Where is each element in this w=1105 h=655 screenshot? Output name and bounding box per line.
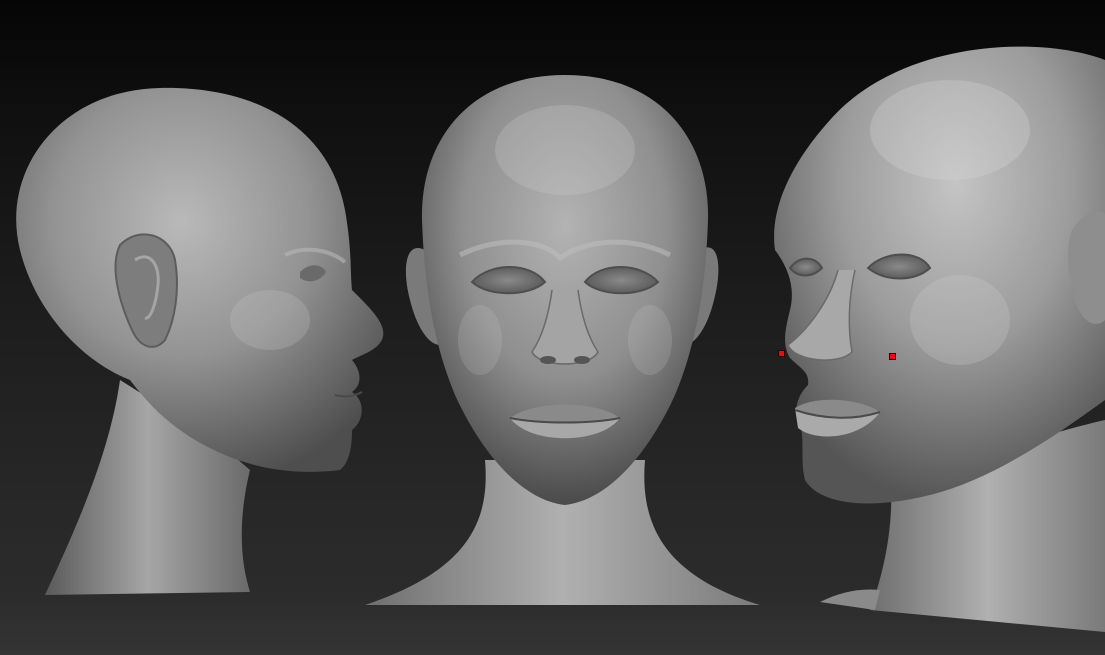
- front-nostril-left: [540, 356, 556, 364]
- profile-cheek-highlight: [230, 290, 310, 350]
- scene-canvas[interactable]: [0, 0, 1105, 655]
- three-quarter-cheek-highlight: [910, 275, 1010, 365]
- front-forehead-highlight: [495, 105, 635, 195]
- three-quarter-shoulder: [820, 589, 880, 610]
- head-three-quarter-view[interactable]: [774, 46, 1105, 632]
- head-front-view[interactable]: [365, 75, 760, 605]
- marker-point-a[interactable]: [778, 350, 785, 357]
- front-nostril-right: [574, 356, 590, 364]
- front-cheek-left: [458, 305, 502, 375]
- marker-point-b[interactable]: [889, 353, 896, 360]
- head-profile-view[interactable]: [16, 87, 384, 595]
- profile-skull: [16, 87, 384, 472]
- three-quarter-forehead-highlight: [870, 80, 1030, 180]
- front-cheek-right: [628, 305, 672, 375]
- sculpt-viewport[interactable]: [0, 0, 1105, 655]
